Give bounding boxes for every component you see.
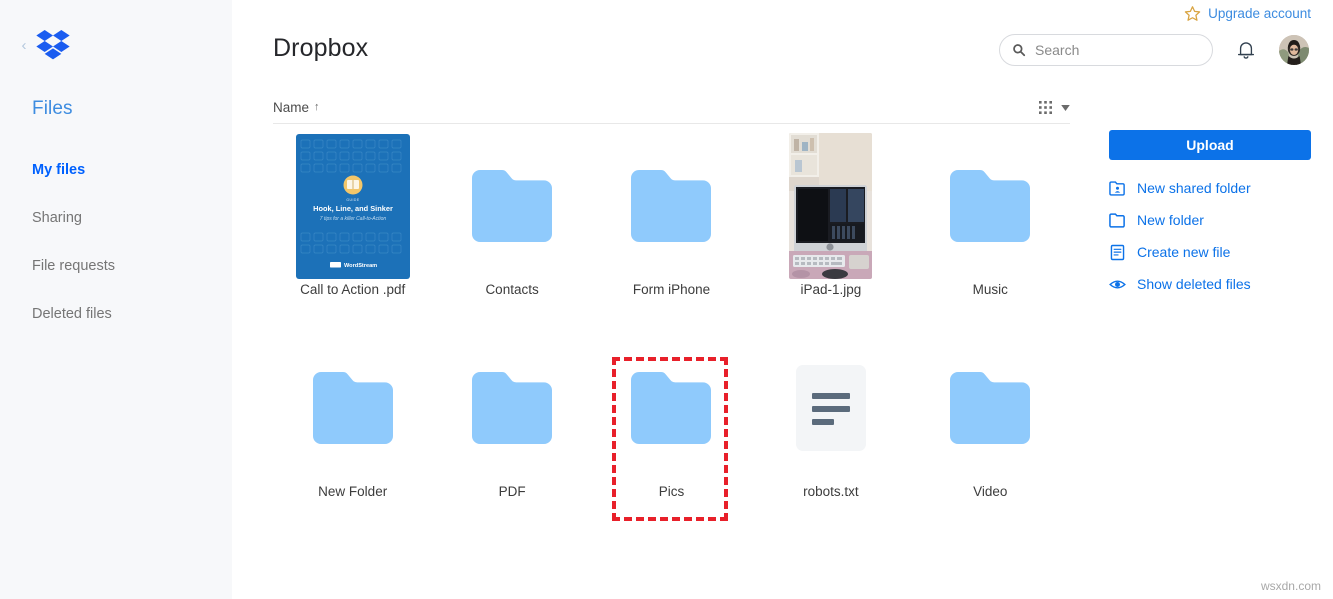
action-label: Create new file bbox=[1137, 244, 1231, 260]
folder-icon bbox=[472, 372, 553, 444]
file-item-call-to-action-pdf[interactable]: GUIDE Hook, Line, and Sinker 7 tips for … bbox=[273, 132, 432, 334]
action-label: Show deleted files bbox=[1137, 276, 1251, 292]
svg-text:WordStream: WordStream bbox=[344, 263, 377, 269]
new-shared-folder-button[interactable]: New shared folder bbox=[1109, 178, 1311, 198]
file-label: Form iPhone bbox=[632, 282, 711, 297]
file-item-new-folder[interactable]: New Folder bbox=[273, 334, 432, 536]
collapse-sidebar-icon[interactable]: ‹ bbox=[18, 35, 30, 55]
file-item-robots-txt[interactable]: robots.txt bbox=[751, 334, 910, 536]
svg-text:GUIDE: GUIDE bbox=[346, 198, 359, 202]
file-item-video[interactable]: Video bbox=[911, 334, 1070, 536]
file-row: New Folder PDF Pics robots.txt Video bbox=[273, 334, 1070, 536]
thumbnail-wrap bbox=[911, 132, 1070, 280]
pdf-thumbnail: GUIDE Hook, Line, and Sinker 7 tips for … bbox=[295, 133, 410, 279]
thumbnail-wrap bbox=[751, 334, 910, 482]
sort-by-name-button[interactable]: Name ↑ bbox=[273, 100, 320, 115]
file-list-header: Name ↑ bbox=[273, 98, 1070, 124]
file-label: New Folder bbox=[318, 484, 388, 499]
folder-icon bbox=[950, 372, 1031, 444]
page-title: Dropbox bbox=[273, 34, 369, 62]
file-row: GUIDE Hook, Line, and Sinker 7 tips for … bbox=[273, 132, 1070, 334]
sidebar: ‹ Files My files Sharing File requests D… bbox=[0, 0, 232, 599]
search-icon bbox=[1013, 44, 1026, 57]
create-new-file-button[interactable]: Create new file bbox=[1109, 242, 1311, 262]
thumbnail-wrap bbox=[432, 132, 591, 280]
upgrade-account-label: Upgrade account bbox=[1208, 6, 1311, 21]
show-deleted-files-button[interactable]: Show deleted files bbox=[1109, 274, 1311, 294]
watermark: wsxdn.com bbox=[1260, 579, 1321, 593]
search-box[interactable] bbox=[999, 34, 1213, 66]
file-item-pics[interactable]: Pics bbox=[592, 334, 751, 536]
folder-icon bbox=[312, 372, 393, 444]
thumbnail-wrap bbox=[751, 132, 910, 280]
sort-ascending-arrow-icon: ↑ bbox=[314, 101, 320, 113]
folder-icon bbox=[472, 170, 553, 242]
svg-text:7 tips for a killer Call-to-Ac: 7 tips for a killer Call-to-Action bbox=[319, 216, 386, 222]
thumbnail-wrap bbox=[911, 334, 1070, 482]
eye-icon bbox=[1109, 279, 1126, 289]
action-label: New folder bbox=[1137, 212, 1204, 228]
sidebar-files-heading[interactable]: Files bbox=[32, 98, 73, 120]
upgrade-account-link[interactable]: Upgrade account bbox=[1184, 5, 1311, 22]
file-item-pdf[interactable]: PDF bbox=[432, 334, 591, 536]
file-label: Pics bbox=[658, 484, 685, 499]
dropbox-logo[interactable] bbox=[36, 30, 70, 60]
document-icon bbox=[1110, 244, 1125, 260]
upload-button[interactable]: Upload bbox=[1109, 130, 1311, 160]
new-folder-button[interactable]: New folder bbox=[1109, 210, 1311, 230]
sidebar-item-sharing[interactable]: Sharing bbox=[32, 206, 222, 230]
shared-folder-icon bbox=[1109, 180, 1125, 196]
thumbnail-wrap bbox=[592, 132, 751, 280]
action-label: New shared folder bbox=[1137, 180, 1251, 196]
file-item-music[interactable]: Music bbox=[911, 132, 1070, 334]
sidebar-nav-list: My files Sharing File requests Deleted f… bbox=[32, 158, 222, 350]
grid-view-icon[interactable] bbox=[1039, 101, 1052, 114]
file-item-contacts[interactable]: Contacts bbox=[432, 132, 591, 334]
chevron-down-icon[interactable] bbox=[1061, 104, 1070, 111]
search-input[interactable] bbox=[1035, 42, 1200, 58]
thumbnail-wrap bbox=[432, 334, 591, 482]
sidebar-item-file-requests[interactable]: File requests bbox=[32, 254, 222, 278]
file-label: iPad-1.jpg bbox=[800, 282, 862, 297]
thumbnail-wrap bbox=[273, 334, 432, 482]
file-item-ipad-1-jpg[interactable]: iPad-1.jpg bbox=[751, 132, 910, 334]
file-label: PDF bbox=[498, 484, 526, 499]
file-label: Video bbox=[973, 484, 1008, 499]
file-grid: GUIDE Hook, Line, and Sinker 7 tips for … bbox=[273, 132, 1070, 536]
star-icon bbox=[1184, 6, 1201, 21]
action-panel: Upload New shared folder New folder Crea… bbox=[1109, 130, 1311, 294]
file-label: Music bbox=[972, 282, 1008, 297]
view-options-button[interactable] bbox=[1039, 101, 1070, 114]
user-avatar[interactable] bbox=[1279, 35, 1309, 65]
sidebar-item-deleted-files[interactable]: Deleted files bbox=[32, 302, 222, 326]
sidebar-item-my-files[interactable]: My files bbox=[32, 158, 222, 182]
file-label: Call to Action .pdf bbox=[300, 282, 406, 297]
file-label: Contacts bbox=[485, 282, 539, 297]
text-file-icon bbox=[795, 365, 866, 451]
folder-icon bbox=[631, 372, 712, 444]
sort-by-name-label: Name bbox=[273, 100, 310, 115]
folder-icon bbox=[1109, 212, 1125, 228]
thumbnail-wrap bbox=[592, 334, 751, 482]
svg-text:Hook, Line, and Sinker: Hook, Line, and Sinker bbox=[313, 204, 393, 213]
folder-icon bbox=[950, 170, 1031, 242]
file-item-form-iphone[interactable]: Form iPhone bbox=[592, 132, 751, 334]
folder-icon bbox=[631, 170, 712, 242]
notifications-bell-icon[interactable] bbox=[1236, 39, 1256, 61]
thumbnail-wrap: GUIDE Hook, Line, and Sinker 7 tips for … bbox=[273, 132, 432, 280]
image-thumbnail bbox=[789, 133, 873, 279]
sidebar-logo-row: ‹ bbox=[18, 30, 70, 60]
file-label: robots.txt bbox=[803, 484, 859, 499]
